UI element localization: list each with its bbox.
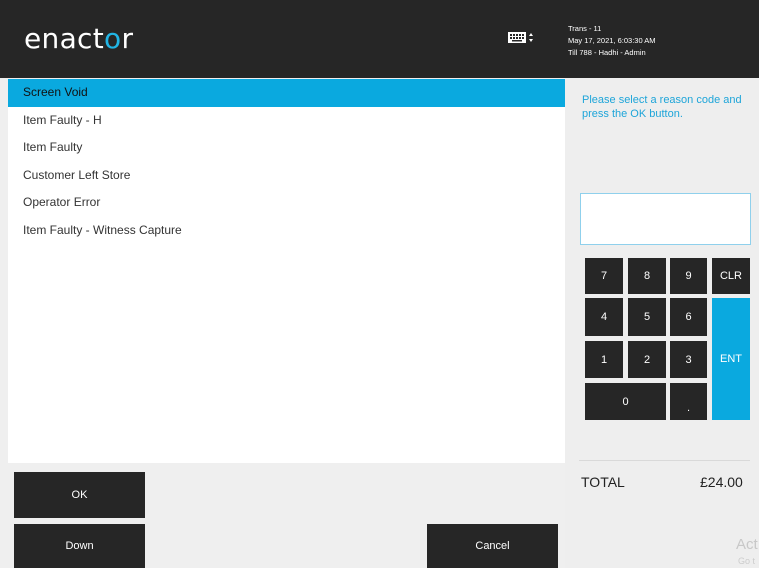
list-item-item-faulty-witness-capture[interactable]: Item Faulty - Witness Capture — [8, 217, 565, 245]
key-0[interactable]: 0 — [585, 383, 666, 420]
key-2[interactable]: 2 — [628, 341, 666, 378]
key-7[interactable]: 7 — [585, 258, 623, 294]
list-item-operator-error[interactable]: Operator Error — [8, 189, 565, 217]
transaction-datetime: May 17, 2021, 6:03:30 AM — [568, 36, 656, 45]
keypad-entry-field[interactable] — [580, 193, 751, 245]
key-3[interactable]: 3 — [670, 341, 707, 378]
keyboard-icon[interactable] — [508, 31, 536, 45]
header-bar: enactor Trans - 11 May 17, 2021, 6:03:30… — [0, 0, 759, 78]
key-decimal[interactable]: . — [670, 383, 707, 420]
reason-code-list: Screen Void Item Faulty - H Item Faulty … — [8, 79, 565, 463]
ok-button[interactable]: OK — [14, 472, 145, 518]
key-clear[interactable]: CLR — [712, 258, 750, 294]
activation-watermark-sub: Go t — [738, 556, 756, 566]
key-enter[interactable]: ENT — [712, 298, 750, 420]
list-item-item-faulty[interactable]: Item Faulty — [8, 134, 565, 162]
till-operator: Till 788 - Hadhi - Admin — [568, 48, 646, 57]
list-item-screen-void[interactable]: Screen Void — [8, 79, 565, 107]
activation-watermark: Act — [736, 536, 758, 553]
list-item-item-faulty-h[interactable]: Item Faulty - H — [8, 107, 565, 135]
list-item-customer-left-store[interactable]: Customer Left Store — [8, 162, 565, 190]
key-9[interactable]: 9 — [670, 258, 707, 294]
prompt-message: Please select a reason code and press th… — [582, 94, 742, 120]
enactor-logo: enactor — [24, 22, 133, 55]
total-divider — [579, 460, 750, 461]
key-5[interactable]: 5 — [628, 298, 666, 336]
total-value: £24.00 — [700, 474, 743, 490]
key-6[interactable]: 6 — [670, 298, 707, 336]
logo-text-start: enact — [24, 22, 105, 55]
key-4[interactable]: 4 — [585, 298, 623, 336]
key-1[interactable]: 1 — [585, 341, 623, 378]
key-8[interactable]: 8 — [628, 258, 666, 294]
cancel-button[interactable]: Cancel — [427, 524, 558, 568]
total-label: TOTAL — [581, 474, 625, 490]
down-button[interactable]: Down — [14, 524, 145, 568]
logo-text-o: o — [104, 22, 122, 55]
logo-text-end: r — [121, 22, 134, 55]
transaction-number: Trans - 11 — [568, 24, 602, 33]
transaction-info: Trans - 11 May 17, 2021, 6:03:30 AM Till… — [568, 23, 656, 59]
